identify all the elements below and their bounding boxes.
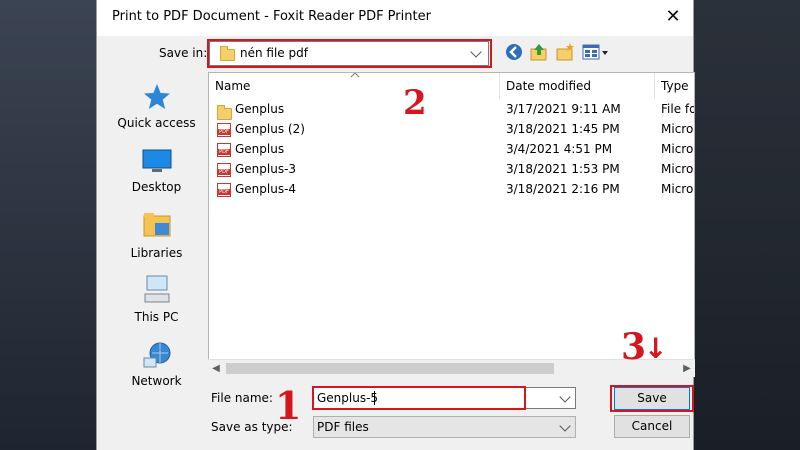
pdf-icon (217, 183, 231, 197)
computer-icon (144, 275, 170, 303)
place-label: Desktop (131, 180, 182, 194)
place-quick-access[interactable]: Quick access (106, 76, 207, 140)
scroll-thumb[interactable] (226, 363, 554, 374)
save-as-type-dropdown[interactable]: PDF files (313, 416, 576, 438)
window-title: Print to PDF Document - Foxit Reader PDF… (112, 9, 431, 24)
new-folder-icon[interactable] (555, 42, 575, 62)
pdf-icon (217, 123, 231, 137)
annotation-arrow: ↓ (644, 332, 668, 365)
chevron-down-icon[interactable] (559, 391, 571, 403)
desktop-icon (142, 149, 172, 172)
chevron-down-icon[interactable] (559, 420, 571, 432)
background-left (0, 0, 96, 450)
file-name-label: File name: (211, 391, 273, 405)
place-label: Quick access (117, 116, 196, 130)
annotation-step-1: 1 (275, 383, 302, 428)
column-date-modified[interactable]: Date modified (500, 73, 654, 99)
place-label: Libraries (130, 246, 183, 260)
scroll-left-icon[interactable]: ◀ (208, 360, 224, 377)
save-in-label: Save in: (159, 46, 208, 60)
file-row[interactable]: Genplus-4 3/18/2021 2:16 PM Micro (209, 179, 694, 199)
file-row[interactable]: Genplus 3/17/2021 9:11 AM File fo (209, 99, 694, 120)
libraries-icon (143, 213, 171, 237)
file-row[interactable]: Genplus 3/4/2021 4:51 PM Micro (209, 139, 694, 159)
view-menu-icon[interactable] (581, 42, 609, 62)
places-bar: Quick access Desktop Libraries This PC N… (106, 66, 207, 400)
place-libraries[interactable]: Libraries (106, 206, 207, 266)
title-bar: Print to PDF Document - Foxit Reader PDF… (97, 0, 693, 36)
place-label: Network (131, 374, 182, 388)
highlight-save-button (610, 385, 694, 412)
pdf-icon (217, 143, 231, 157)
save-as-type-value: PDF files (317, 420, 369, 434)
network-icon (143, 342, 171, 368)
place-network[interactable]: Network (106, 338, 207, 398)
highlight-file-name (312, 386, 526, 410)
up-folder-icon[interactable] (529, 42, 549, 62)
scroll-right-icon[interactable]: ▶ (679, 360, 695, 377)
close-icon[interactable]: ✕ (659, 4, 687, 30)
star-icon (144, 84, 170, 109)
annotation-step-2: 2 (403, 83, 427, 123)
column-type[interactable]: Type (655, 73, 694, 99)
highlight-save-in (207, 39, 492, 68)
sort-ascending-icon (350, 73, 360, 78)
cancel-button[interactable]: Cancel (614, 415, 690, 438)
save-dialog: Print to PDF Document - Foxit Reader PDF… (96, 0, 695, 450)
place-desktop[interactable]: Desktop (106, 142, 207, 202)
file-row[interactable]: Genplus-3 3/18/2021 1:53 PM Micro (209, 159, 694, 179)
place-label: This PC (134, 310, 179, 324)
pdf-icon (217, 163, 231, 177)
back-icon[interactable] (504, 42, 524, 62)
place-this-pc[interactable]: This PC (106, 272, 207, 332)
file-row[interactable]: Genplus (2) 3/18/2021 1:45 PM Micro (209, 119, 694, 139)
annotation-step-3: 3 (621, 326, 647, 368)
background-right (694, 0, 800, 450)
